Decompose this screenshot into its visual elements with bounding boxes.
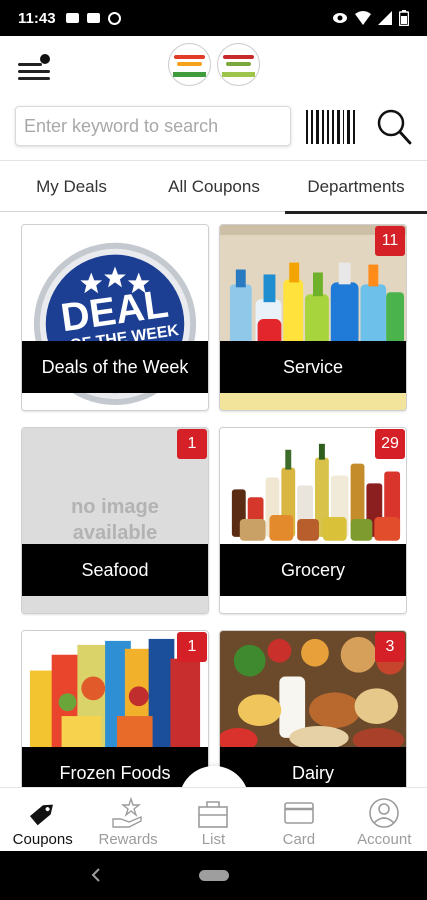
status-bar: 11:43	[0, 0, 427, 36]
department-card-dairy[interactable]: 3 Dairy	[219, 630, 407, 788]
department-label: Deals of the Week	[22, 341, 208, 393]
system-back-icon[interactable]	[86, 865, 106, 885]
tab-all-coupons[interactable]: All Coupons	[143, 161, 285, 213]
hamburger-menu-icon[interactable]	[16, 54, 54, 84]
department-count-badge: 29	[375, 429, 405, 459]
department-label: Service	[220, 341, 406, 393]
wifi-icon	[355, 11, 371, 25]
search-icon[interactable]	[376, 108, 412, 146]
rewards-star-hand-icon	[112, 797, 142, 828]
tag-icon	[29, 804, 53, 826]
nav-list[interactable]: List	[171, 788, 256, 852]
nav-label: Card	[282, 831, 316, 848]
account-icon	[369, 798, 400, 828]
department-card-frozen-foods[interactable]: 1 Frozen Foods	[21, 630, 209, 788]
tab-departments[interactable]: Departments	[285, 161, 427, 214]
nav-rewards[interactable]: Rewards	[85, 788, 170, 852]
department-label: Frozen Foods	[22, 747, 208, 788]
store-logos	[168, 43, 260, 86]
status-time: 11:43	[18, 9, 56, 27]
nav-label: List	[201, 831, 226, 848]
nav-account[interactable]: Account	[342, 788, 427, 852]
department-count-badge: 1	[177, 632, 207, 662]
nav-label: Account	[357, 831, 412, 848]
system-home-pill[interactable]	[199, 870, 229, 881]
do-not-disturb-icon	[107, 11, 121, 25]
tab-label: My Deals	[36, 177, 107, 196]
bottom-nav: Coupons Rewards List Card Account	[0, 787, 427, 851]
no-image-text-line1: no image	[71, 496, 159, 518]
tab-my-deals[interactable]: My Deals	[0, 161, 143, 213]
nav-card[interactable]: Card	[256, 788, 341, 852]
card-icon	[284, 802, 314, 824]
nav-label: Coupons	[12, 831, 73, 848]
app-header	[0, 36, 427, 102]
department-card-service[interactable]: 11 Service	[219, 224, 407, 411]
department-label: Dairy	[220, 747, 406, 788]
shopping-bag-icon	[198, 801, 229, 828]
department-card-deals-of-the-week[interactable]: DEAL OF THE WEEK Deals of the Week	[21, 224, 209, 411]
sim-card-icon	[65, 13, 79, 23]
signal-icon	[378, 11, 392, 25]
no-image-text-line2: available	[72, 522, 158, 544]
nav-label: Rewards	[98, 831, 158, 848]
department-count-badge: 11	[375, 226, 405, 256]
search-input[interactable]	[15, 106, 291, 146]
gallery-icon	[86, 13, 100, 23]
store-logo-2	[217, 43, 260, 86]
tab-bar: My Deals All Coupons Departments	[0, 160, 427, 214]
tab-label: Departments	[307, 177, 405, 196]
barcode-icon[interactable]	[306, 110, 358, 144]
eye-icon	[333, 13, 347, 23]
store-logo-1	[168, 43, 211, 86]
app-screen: 11:43 Enter keyword to search My Deals A…	[0, 0, 427, 900]
department-count-badge: 3	[375, 632, 405, 662]
search-row	[0, 106, 427, 150]
departments-grid: DEAL OF THE WEEK Deals of the Week 11 Se…	[21, 224, 407, 788]
system-nav-bar	[0, 851, 427, 900]
department-label: Grocery	[220, 544, 406, 596]
department-count-badge: 1	[177, 429, 207, 459]
notification-dot	[40, 54, 50, 64]
tab-label: All Coupons	[168, 177, 260, 196]
no-image-text: no image available	[22, 494, 208, 546]
department-card-seafood[interactable]: no image available 1 Seafood	[21, 427, 209, 614]
battery-icon	[399, 10, 409, 26]
department-label: Seafood	[22, 544, 208, 596]
department-card-grocery[interactable]: 29 Grocery	[219, 427, 407, 614]
nav-coupons[interactable]: Coupons	[0, 788, 85, 852]
